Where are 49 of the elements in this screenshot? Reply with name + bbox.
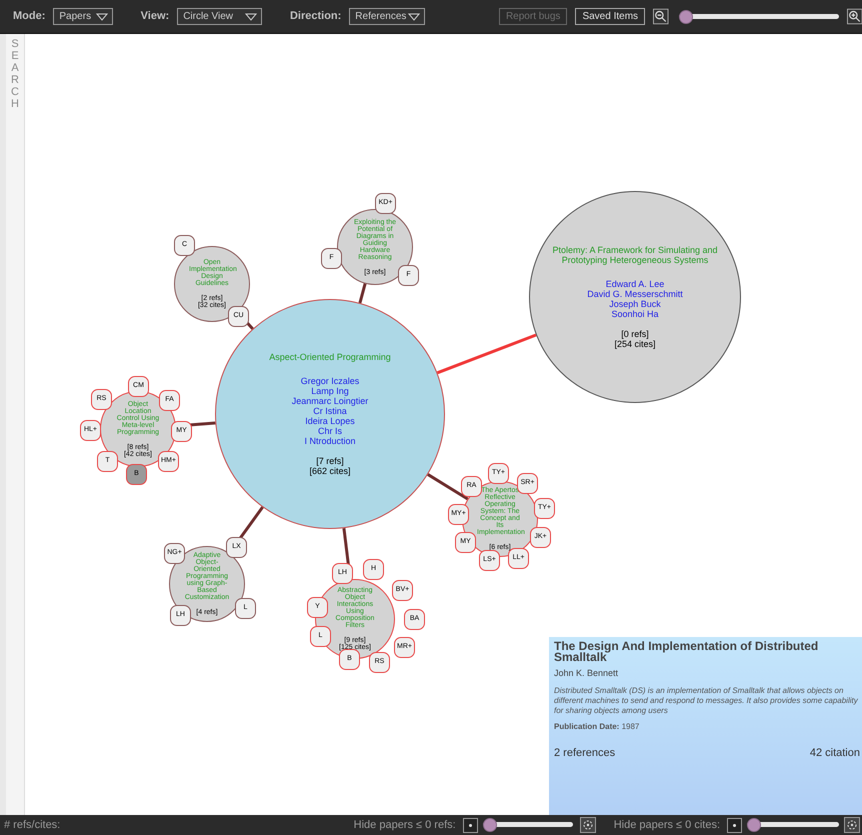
citations-count: 42 citation: [810, 746, 860, 760]
cites-count: [254 cites]: [614, 339, 656, 349]
refs-count: [0 refs]: [621, 329, 649, 339]
filter-label: Hide papers ≤ 0 refs:: [354, 818, 456, 833]
paper-title: Aspect-Oriented Programming: [268, 352, 392, 362]
refs-count: [7 refs]: [316, 456, 344, 466]
author-name: David G. Messerschmitt: [587, 289, 683, 299]
abstract-text: Distributed Smalltalk (DS) is an implementation of Smalltalk that allows objects on different machines to send and respond to messages. It also provides some capability for sharing objects among users: [554, 686, 859, 716]
author-name: Jeanmarc Loingtier: [292, 396, 368, 406]
publication-date: Publication Date: 1987: [554, 720, 640, 732]
dropdown-label: View:: [140, 9, 170, 24]
dropdown-label: Mode:: [13, 9, 46, 24]
filter-label: Hide papers ≤ 0 cites:: [614, 818, 720, 833]
dropdown[interactable]: Papers: [53, 8, 113, 25]
filter-slider[interactable]: [747, 818, 839, 832]
zoom-slider[interactable]: [678, 10, 839, 24]
author-name: Soonhoi Ha: [611, 309, 659, 319]
dropdown[interactable]: References: [349, 8, 425, 25]
slider-thumb[interactable]: [747, 818, 761, 832]
author-name: Ideira Lopes: [305, 416, 355, 426]
paper-node[interactable]: Ptolemy: A Framework for Simulating and Prototyping Heterogeneous Systems Edward A. Lee David G. Messerschmitt Joseph Buck Soonhoi Ha [0 refs] [254 cites]: [529, 191, 741, 403]
references-count: 2 references: [554, 746, 616, 760]
slider-thumb[interactable]: [482, 818, 497, 832]
author-name: Edward A. Lee: [606, 279, 664, 289]
target-icon[interactable]: [580, 817, 596, 833]
slider-thumb[interactable]: [678, 10, 693, 24]
author-name: Gregor Iczales: [300, 376, 360, 386]
reset-icon[interactable]: [727, 818, 742, 832]
target-icon[interactable]: [844, 817, 860, 833]
author-name: Chr Is: [318, 426, 342, 436]
filter-slider[interactable]: [482, 818, 573, 832]
zoom-in-icon[interactable]: [846, 8, 862, 25]
dropdown-label: Direction:: [290, 9, 342, 24]
author-name: Lamp Ing: [311, 386, 349, 396]
details-title: The Design And Implementation of Distributed Smalltalk: [554, 641, 820, 663]
author-name: I Ntroduction: [304, 436, 356, 446]
author-name: Joseph Buck: [609, 299, 661, 309]
caret-icon: [96, 12, 108, 20]
zoom-out-icon[interactable]: [653, 8, 669, 25]
reset-icon[interactable]: [462, 818, 478, 832]
status-label: # refs/cites:: [4, 818, 60, 833]
author-name: John K. Bennett: [554, 667, 620, 680]
toolbar-button[interactable]: Saved Items: [575, 8, 646, 25]
dropdown[interactable]: Circle View: [177, 8, 262, 25]
caret-icon: [408, 12, 420, 20]
author-name: Cr Istina: [313, 406, 347, 416]
cites-count: [662 cites]: [309, 466, 351, 476]
paper-title: Ptolemy: A Framework for Simulating and Prototyping Heterogeneous Systems: [551, 245, 719, 265]
caret-icon: [244, 12, 257, 20]
